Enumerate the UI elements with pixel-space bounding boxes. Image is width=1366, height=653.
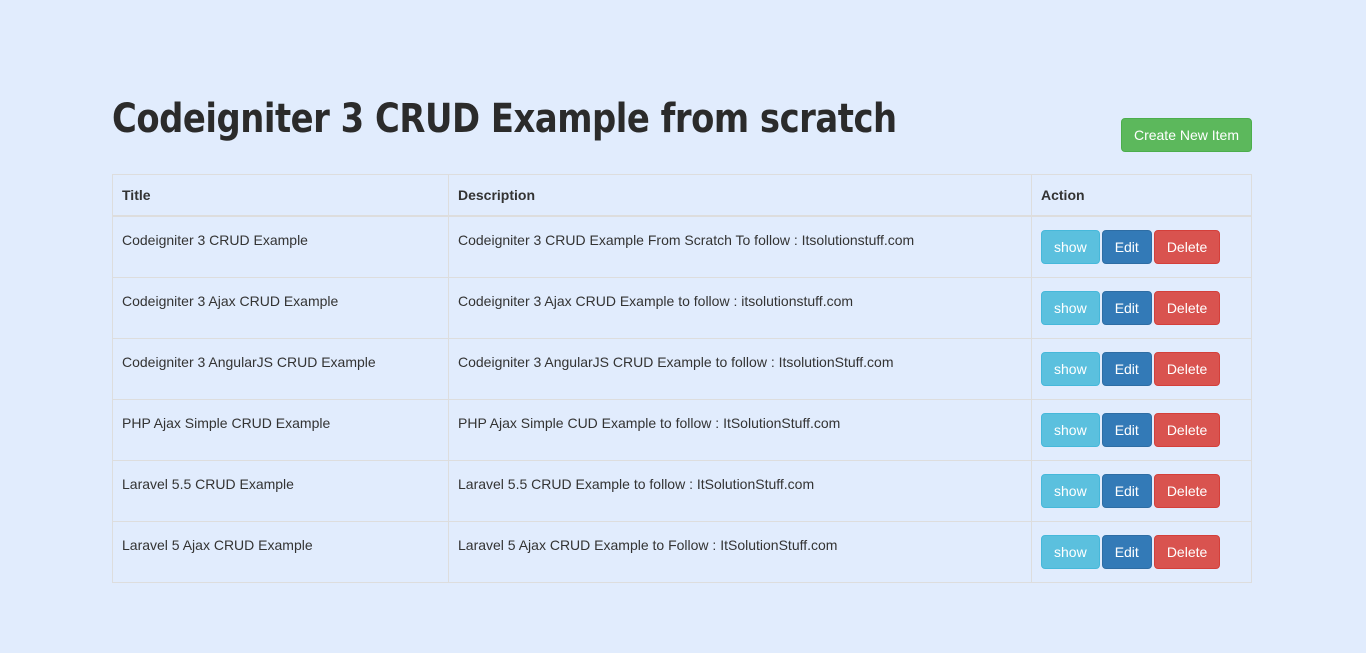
delete-button[interactable]: Delete	[1153, 535, 1221, 569]
create-new-item-button[interactable]: Create New Item	[1120, 118, 1252, 152]
cell-title: Laravel 5 Ajax CRUD Example	[112, 521, 449, 583]
table-row: Codeigniter 3 CRUD Example Codeigniter 3 …	[112, 215, 1252, 278]
page-root: Codeigniter 3 CRUD Example from scratch …	[0, 0, 1366, 653]
cell-title: Codeigniter 3 Ajax CRUD Example	[112, 277, 449, 339]
cell-title: Laravel 5.5 CRUD Example	[112, 460, 449, 522]
show-button[interactable]: show	[1041, 535, 1100, 569]
show-button[interactable]: show	[1041, 230, 1100, 264]
table-header-row: Title Description Action	[112, 174, 1252, 217]
cell-description: Laravel 5.5 CRUD Example to follow : ItS…	[448, 460, 1032, 522]
edit-button[interactable]: Edit	[1101, 535, 1152, 569]
items-table-wrapper: Title Description Action Codeigniter 3 C…	[112, 174, 1252, 583]
content-container: Codeigniter 3 CRUD Example from scratch …	[112, 0, 1252, 583]
show-button[interactable]: show	[1041, 352, 1100, 386]
cell-description: Codeigniter 3 CRUD Example From Scratch …	[448, 215, 1032, 278]
cell-action: show Edit Delete	[1031, 521, 1252, 583]
table-body: Codeigniter 3 CRUD Example Codeigniter 3 …	[112, 215, 1252, 583]
delete-button[interactable]: Delete	[1153, 474, 1221, 508]
cell-description: Codeigniter 3 AngularJS CRUD Example to …	[448, 338, 1032, 400]
column-header-description: Description	[448, 174, 1032, 217]
table-row: Laravel 5.5 CRUD Example Laravel 5.5 CRUD…	[112, 460, 1252, 522]
edit-button[interactable]: Edit	[1101, 291, 1152, 325]
show-button[interactable]: show	[1041, 413, 1100, 447]
table-row: Laravel 5 Ajax CRUD Example Laravel 5 Aja…	[112, 521, 1252, 583]
table-row: Codeigniter 3 Ajax CRUD Example Codeignit…	[112, 277, 1252, 339]
delete-button[interactable]: Delete	[1153, 230, 1221, 264]
cell-description: PHP Ajax Simple CUD Example to follow : …	[448, 399, 1032, 461]
column-header-action: Action	[1031, 174, 1252, 217]
cell-action: show Edit Delete	[1031, 338, 1252, 400]
cell-description: Laravel 5 Ajax CRUD Example to Follow : …	[448, 521, 1032, 583]
delete-button[interactable]: Delete	[1153, 291, 1221, 325]
page-title: Codeigniter 3 CRUD Example from scratch	[112, 96, 897, 142]
cell-title: PHP Ajax Simple CRUD Example	[112, 399, 449, 461]
cell-action: show Edit Delete	[1031, 460, 1252, 522]
table-row: PHP Ajax Simple CRUD Example PHP Ajax Sim…	[112, 399, 1252, 461]
cell-title: Codeigniter 3 AngularJS CRUD Example	[112, 338, 449, 400]
delete-button[interactable]: Delete	[1153, 413, 1221, 447]
show-button[interactable]: show	[1041, 291, 1100, 325]
table-row: Codeigniter 3 AngularJS CRUD Example Code…	[112, 338, 1252, 400]
items-table: Title Description Action Codeigniter 3 C…	[112, 174, 1252, 583]
cell-action: show Edit Delete	[1031, 399, 1252, 461]
page-header: Codeigniter 3 CRUD Example from scratch …	[112, 96, 1252, 166]
cell-action: show Edit Delete	[1031, 277, 1252, 339]
table-header: Title Description Action	[112, 174, 1252, 217]
edit-button[interactable]: Edit	[1101, 352, 1152, 386]
edit-button[interactable]: Edit	[1101, 413, 1152, 447]
cell-title: Codeigniter 3 CRUD Example	[112, 215, 449, 278]
edit-button[interactable]: Edit	[1101, 474, 1152, 508]
column-header-title: Title	[112, 174, 449, 217]
show-button[interactable]: show	[1041, 474, 1100, 508]
delete-button[interactable]: Delete	[1153, 352, 1221, 386]
edit-button[interactable]: Edit	[1101, 230, 1152, 264]
cell-description: Codeigniter 3 Ajax CRUD Example to follo…	[448, 277, 1032, 339]
cell-action: show Edit Delete	[1031, 215, 1252, 278]
